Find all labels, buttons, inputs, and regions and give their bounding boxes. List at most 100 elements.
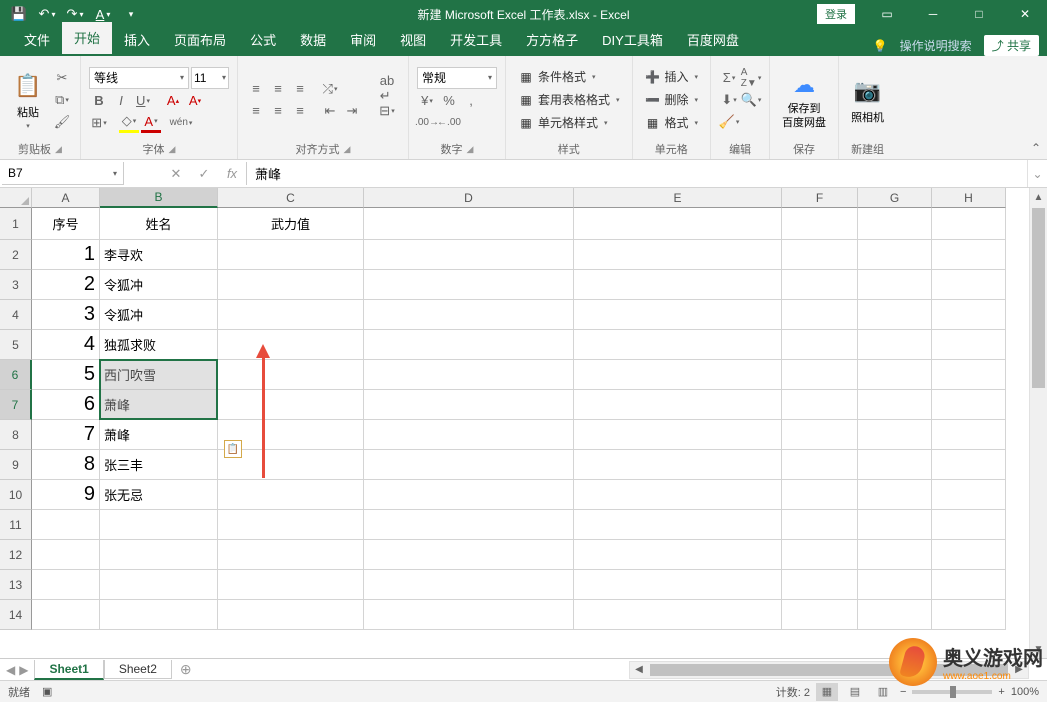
align-right-icon[interactable]: ≡ xyxy=(290,101,310,121)
cell[interactable] xyxy=(574,208,782,240)
conditional-formatting-button[interactable]: ▦条件格式 xyxy=(514,66,624,87)
cell[interactable]: 3 xyxy=(32,300,100,330)
cell[interactable]: 序号 xyxy=(32,208,100,240)
decrease-decimal-icon[interactable]: ←.00 xyxy=(439,113,459,133)
save-baidu-button[interactable]: ☁ 保存到 百度网盘 xyxy=(778,67,830,131)
italic-icon[interactable]: I xyxy=(111,91,131,111)
decrease-indent-icon[interactable]: ⇤ xyxy=(320,101,340,121)
select-all-corner[interactable] xyxy=(0,188,32,208)
cell[interactable] xyxy=(782,300,858,330)
tab-fanggezi[interactable]: 方方格子 xyxy=(514,24,590,56)
align-top-icon[interactable]: ≡ xyxy=(246,79,266,99)
cell[interactable] xyxy=(32,510,100,540)
align-bottom-icon[interactable]: ≡ xyxy=(290,79,310,99)
sheet-tab-sheet1[interactable]: Sheet1 xyxy=(34,660,103,680)
underline-icon[interactable]: U xyxy=(133,91,153,111)
ribbon-display-icon[interactable]: ▭ xyxy=(865,0,909,28)
cell[interactable] xyxy=(364,450,574,480)
increase-font-icon[interactable]: A▴ xyxy=(163,91,183,111)
cell[interactable] xyxy=(364,570,574,600)
maximize-icon[interactable]: □ xyxy=(957,0,1001,28)
cell[interactable] xyxy=(782,390,858,420)
cell[interactable] xyxy=(782,208,858,240)
cell[interactable] xyxy=(218,510,364,540)
col-header-e[interactable]: E xyxy=(574,188,782,208)
cell[interactable] xyxy=(100,600,218,630)
camera-button[interactable]: 📷 照相机 xyxy=(847,73,888,127)
cell[interactable] xyxy=(932,208,1006,240)
cell[interactable] xyxy=(218,300,364,330)
qat-customize-icon[interactable]: ▾ xyxy=(120,3,142,25)
fx-icon[interactable]: fx xyxy=(218,166,246,181)
cell[interactable] xyxy=(858,420,932,450)
cell[interactable] xyxy=(218,270,364,300)
cell[interactable] xyxy=(574,600,782,630)
cell[interactable] xyxy=(364,208,574,240)
save-icon[interactable]: 💾 xyxy=(8,3,30,25)
cell[interactable] xyxy=(782,480,858,510)
tab-review[interactable]: 审阅 xyxy=(338,24,388,56)
vertical-scrollbar[interactable]: ▲ ▼ xyxy=(1029,188,1047,658)
merge-cells-icon[interactable]: ⊟ xyxy=(374,101,400,121)
cell[interactable]: 萧峰 xyxy=(100,390,218,420)
cell[interactable] xyxy=(574,390,782,420)
clear-icon[interactable]: 🧹 xyxy=(719,112,739,132)
scroll-left-icon[interactable]: ◀ xyxy=(630,664,648,675)
cell[interactable] xyxy=(782,360,858,390)
cell[interactable] xyxy=(574,330,782,360)
cell[interactable]: 萧峰 xyxy=(100,420,218,450)
cell[interactable] xyxy=(782,450,858,480)
cell[interactable] xyxy=(218,360,364,390)
paste-options-icon[interactable]: 📋 xyxy=(224,440,242,458)
tab-insert[interactable]: 插入 xyxy=(112,24,162,56)
percent-icon[interactable]: % xyxy=(439,91,459,111)
cell[interactable] xyxy=(932,540,1006,570)
cell[interactable] xyxy=(100,540,218,570)
ribbon-collapse-icon[interactable]: ⌃ xyxy=(1031,141,1041,155)
cell[interactable] xyxy=(782,420,858,450)
tellme-text[interactable]: 操作说明搜索 xyxy=(900,37,972,54)
cell[interactable] xyxy=(364,510,574,540)
minimize-icon[interactable]: ─ xyxy=(911,0,955,28)
cell[interactable] xyxy=(858,570,932,600)
col-header-f[interactable]: F xyxy=(782,188,858,208)
cut-icon[interactable]: ✂ xyxy=(52,68,72,88)
col-header-a[interactable]: A xyxy=(32,188,100,208)
cell[interactable] xyxy=(218,480,364,510)
format-as-table-button[interactable]: ▦套用表格格式 xyxy=(514,89,624,110)
cell[interactable]: 5 xyxy=(32,360,100,390)
row-header-14[interactable]: 14 xyxy=(0,600,32,630)
font-name-select[interactable]: 等线▾ xyxy=(89,67,189,89)
cell[interactable] xyxy=(782,240,858,270)
row-header-8[interactable]: 8 xyxy=(0,420,32,450)
font-launcher-icon[interactable]: ◢ xyxy=(169,144,176,155)
cell[interactable] xyxy=(574,240,782,270)
row-header-6[interactable]: 6 xyxy=(0,360,32,390)
normal-view-icon[interactable]: ▦ xyxy=(816,683,838,701)
cell[interactable]: 李寻欢 xyxy=(100,240,218,270)
undo-icon[interactable]: ↶ xyxy=(36,3,58,25)
cell[interactable] xyxy=(858,600,932,630)
cell[interactable] xyxy=(574,510,782,540)
cell[interactable] xyxy=(364,390,574,420)
cell[interactable] xyxy=(364,360,574,390)
autosum-icon[interactable]: Σ xyxy=(719,68,739,88)
scroll-up-icon[interactable]: ▲ xyxy=(1030,188,1047,206)
cell[interactable] xyxy=(364,540,574,570)
cell[interactable] xyxy=(218,240,364,270)
fill-color-icon[interactable]: ◇ xyxy=(119,113,139,133)
cell[interactable] xyxy=(218,570,364,600)
cell[interactable] xyxy=(932,330,1006,360)
cell[interactable] xyxy=(782,330,858,360)
row-header-7[interactable]: 7 xyxy=(0,390,32,420)
zoom-in-icon[interactable]: + xyxy=(998,686,1004,698)
number-launcher-icon[interactable]: ◢ xyxy=(467,144,474,155)
insert-cells-button[interactable]: ➕插入 xyxy=(641,66,703,87)
paste-button[interactable]: 📋 粘贴 ▾ xyxy=(8,68,48,132)
cell[interactable] xyxy=(782,510,858,540)
cell[interactable]: 张三丰 xyxy=(100,450,218,480)
sort-filter-icon[interactable]: AZ▼ xyxy=(741,68,761,88)
cell[interactable]: 4 xyxy=(32,330,100,360)
cells-grid[interactable]: 序号姓名武力值1李寻欢2令狐冲3令狐冲4独孤求败5西门吹雪6萧峰7萧峰8张三丰9… xyxy=(32,208,1006,630)
cell[interactable] xyxy=(858,540,932,570)
